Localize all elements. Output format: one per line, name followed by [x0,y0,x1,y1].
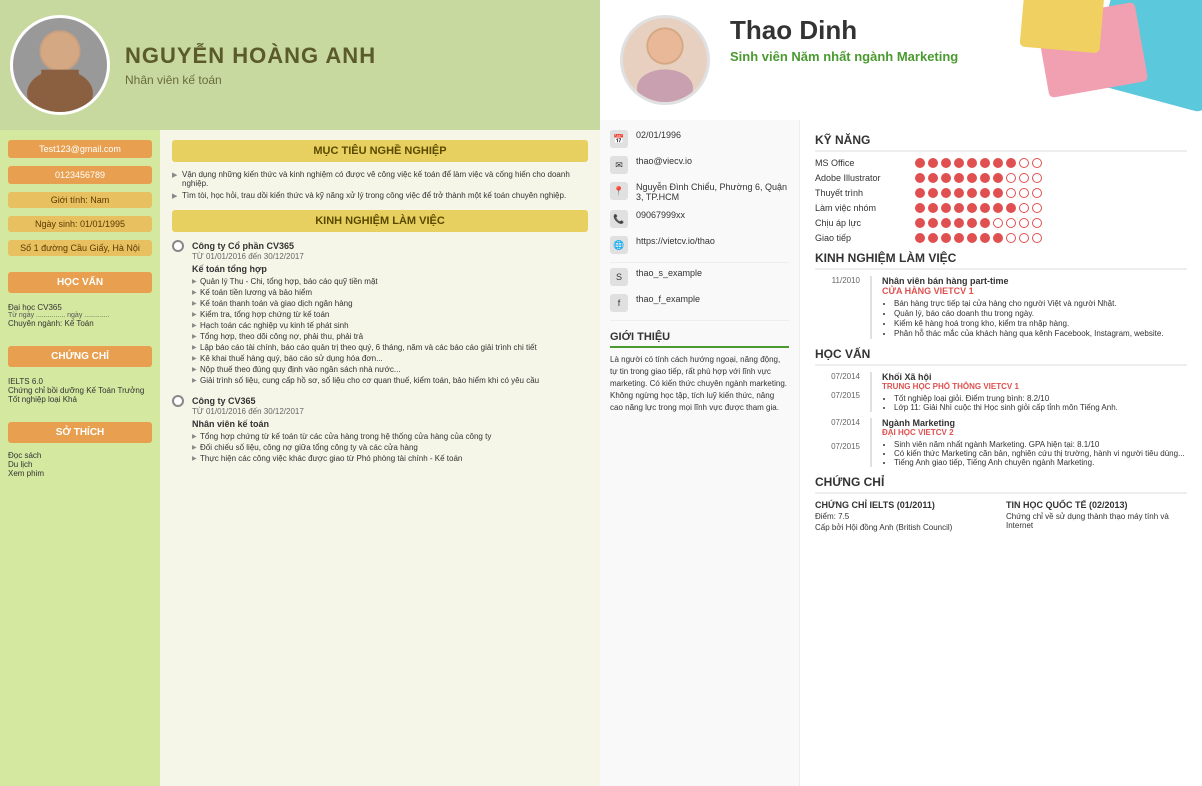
right-work-title: KINH NGHIỆM LÀM VIỆC [815,251,1187,270]
left-hobby-title: SỞ THÍCH [8,422,152,443]
contact-facebook: f thao_f_example [610,294,789,312]
right-cert-title: CHỨNG CHỈ [815,475,1187,494]
skill-2-dots [915,188,1042,198]
left-work-0: Công ty Cổ phần CV365 TỪ 01/01/2016 đến … [172,240,588,385]
contact-email: ✉ thao@viecv.io [610,156,789,174]
left-objective: Vận dụng những kiến thức và kinh nghiệm … [172,170,588,200]
contact-skype: S thao_s_example [610,268,789,286]
rcert-0: CHỨNG CHỈ IELTS (01/2011) Điểm: 7.5 Cấp … [815,500,996,532]
skill-0-dots [915,158,1042,168]
rcert-1: TIN HỌC QUỐC TẾ (02/2013) Chứng chỉ về s… [1006,500,1187,532]
left-work-0-bullets: Quản lý Thu - Chi, tổng hợp, báo cáo quỹ… [192,277,588,385]
redu-1: 07/2014 07/2015 Ngành Marketing ĐẠI HỌC … [815,418,1187,467]
right-intro-title: GIỚI THIỆU [610,331,789,348]
right-name: Thao Dinh [730,15,1182,46]
left-hobbies: Đọc sách Du lịch Xem phim [8,451,152,478]
skills-list: MS Office Adobe Illustrator Thuyết trình [815,158,1187,243]
right-subtitle: Sinh viên Năm nhất ngành Marketing [730,49,1182,64]
skill-1: Adobe Illustrator [815,173,1187,183]
left-name: NGUYỄN HOÀNG ANH [125,43,585,69]
right-skills-title: KỸ NĂNG [815,133,1187,152]
contact-website: 🌐 https://vietcv.io/thao [610,236,789,254]
redu-divider-0 [870,372,872,412]
skill-4: Chịu áp lực [815,218,1187,228]
left-subtitle: Nhân viên kế toán [125,73,585,87]
left-cv: NGUYỄN HOÀNG ANH Nhân viên kế toán Test1… [0,0,600,786]
left-sidebar: Test123@gmail.com 0123456789 Giới tính: … [0,130,160,786]
right-name-block: Thao Dinh Sinh viên Năm nhất ngành Marke… [730,15,1182,64]
left-dob: Ngày sinh: 01/01/1995 [8,216,152,232]
rwork-divider-0 [870,276,872,339]
redu-divider-1 [870,418,872,467]
left-address: Số 1 đường Cầu Giấy, Hà Nội [8,240,152,256]
contact-address: 📍 Nguyễn Đình Chiểu, Phường 6, Quận 3, T… [610,182,789,202]
work-circle-0 [172,240,184,252]
skill-1-dots [915,173,1042,183]
skill-4-dots [915,218,1042,228]
right-avatar [620,15,710,105]
left-avatar [10,15,110,115]
left-header: NGUYỄN HOÀNG ANH Nhân viên kế toán [0,0,600,130]
contact-phone: 📞 09067999xx [610,210,789,228]
right-certs: CHỨNG CHỈ IELTS (01/2011) Điểm: 7.5 Cấp … [815,500,1187,532]
phone-icon: 📞 [610,210,628,228]
left-cert-content: IELTS 6.0 Chứng chỉ bồi dưỡng Kế Toán Tr… [8,375,152,406]
skill-5: Giao tiếp [815,233,1187,243]
skill-2: Thuyết trình [815,188,1187,198]
right-intro: Là người có tính cách hướng ngoại, năng … [610,354,789,414]
left-cert-title: CHỨNG CHỈ [8,346,152,367]
address-icon: 📍 [610,182,628,200]
rwork-0-bullets: Bán hàng trực tiếp tại cửa hàng cho ngườ… [882,299,1187,338]
left-email: Test123@gmail.com [8,140,152,158]
web-icon: 🌐 [610,236,628,254]
rwork-0: 11/2010 Nhân viên bán hàng part-time CỬA… [815,276,1187,339]
right-edu-title: HỌC VẤN [815,347,1187,366]
right-main: KỸ NĂNG MS Office Adobe Illustrator Thuy [800,120,1202,786]
skill-3-dots [915,203,1042,213]
sidebar-divider-1 [610,262,789,263]
left-main: MỤC TIÊU NGHỀ NGHIỆP Vận dụng những kiến… [160,130,600,786]
left-phone: 0123456789 [8,166,152,184]
left-gender: Giới tính: Nam [8,192,152,208]
dob-icon: 📅 [610,130,628,148]
work-circle-1 [172,395,184,407]
contact-dob: 📅 02/01/1996 [610,130,789,148]
left-obj-title: MỤC TIÊU NGHỀ NGHIỆP [172,140,588,162]
right-cv: Thao Dinh Sinh viên Năm nhất ngành Marke… [600,0,1202,786]
left-edu-title: HỌC VẤN [8,272,152,293]
left-body: Test123@gmail.com 0123456789 Giới tính: … [0,130,600,786]
redu-0: 07/2014 07/2015 Khối Xã hội TRUNG HỌC PH… [815,372,1187,412]
sidebar-divider-2 [610,320,789,321]
skill-3: Làm việc nhóm [815,203,1187,213]
left-work-1-bullets: Tổng hợp chứng từ kế toán từ các cửa hàn… [192,432,588,463]
facebook-icon: f [610,294,628,312]
email-icon: ✉ [610,156,628,174]
left-name-block: NGUYỄN HOÀNG ANH Nhân viên kế toán [125,43,585,87]
right-sidebar: 📅 02/01/1996 ✉ thao@viecv.io 📍 Nguyễn Đì… [600,120,800,786]
right-body: 📅 02/01/1996 ✉ thao@viecv.io 📍 Nguyễn Đì… [600,120,1202,786]
skill-5-dots [915,233,1042,243]
left-work-1: Công ty CV365 TỪ 01/01/2016 đến 30/12/20… [172,395,588,463]
left-work-title: KINH NGHIỆM LÀM VIỆC [172,210,588,232]
left-edu-school: Đại học CV365 Từ ngày ............... ng… [8,301,152,330]
skill-0: MS Office [815,158,1187,168]
right-header: Thao Dinh Sinh viên Năm nhất ngành Marke… [600,0,1202,120]
skype-icon: S [610,268,628,286]
